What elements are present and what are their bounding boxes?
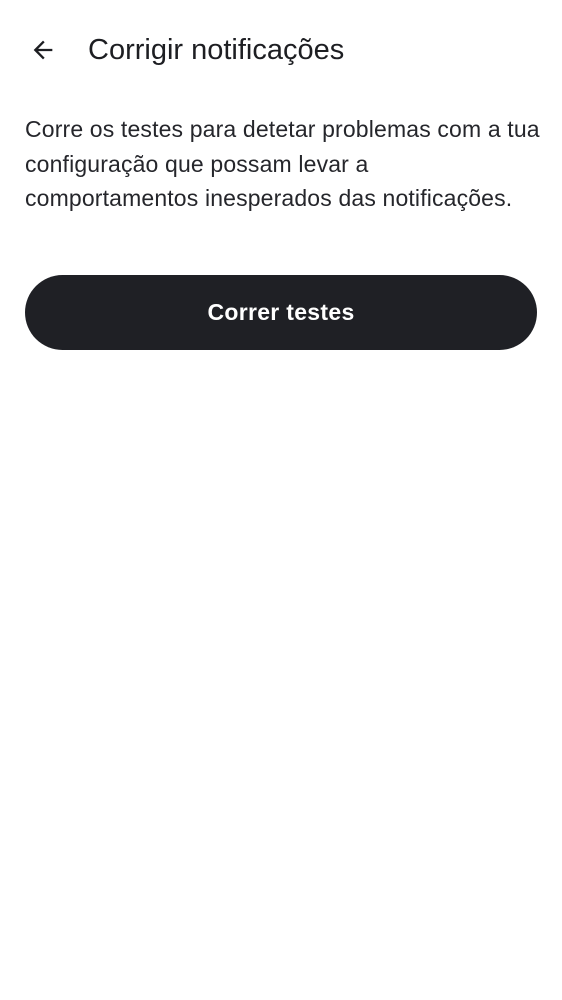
run-tests-button[interactable]: Correr testes xyxy=(25,275,537,350)
description-text: Corre os testes para detetar problemas c… xyxy=(25,116,540,211)
page-title: Corrigir notificações xyxy=(88,34,345,66)
top-app-bar: Corrigir notificações xyxy=(0,0,562,100)
arrow-left-icon xyxy=(33,40,53,60)
run-tests-label: Correr testes xyxy=(207,299,355,325)
back-button[interactable] xyxy=(18,25,68,75)
